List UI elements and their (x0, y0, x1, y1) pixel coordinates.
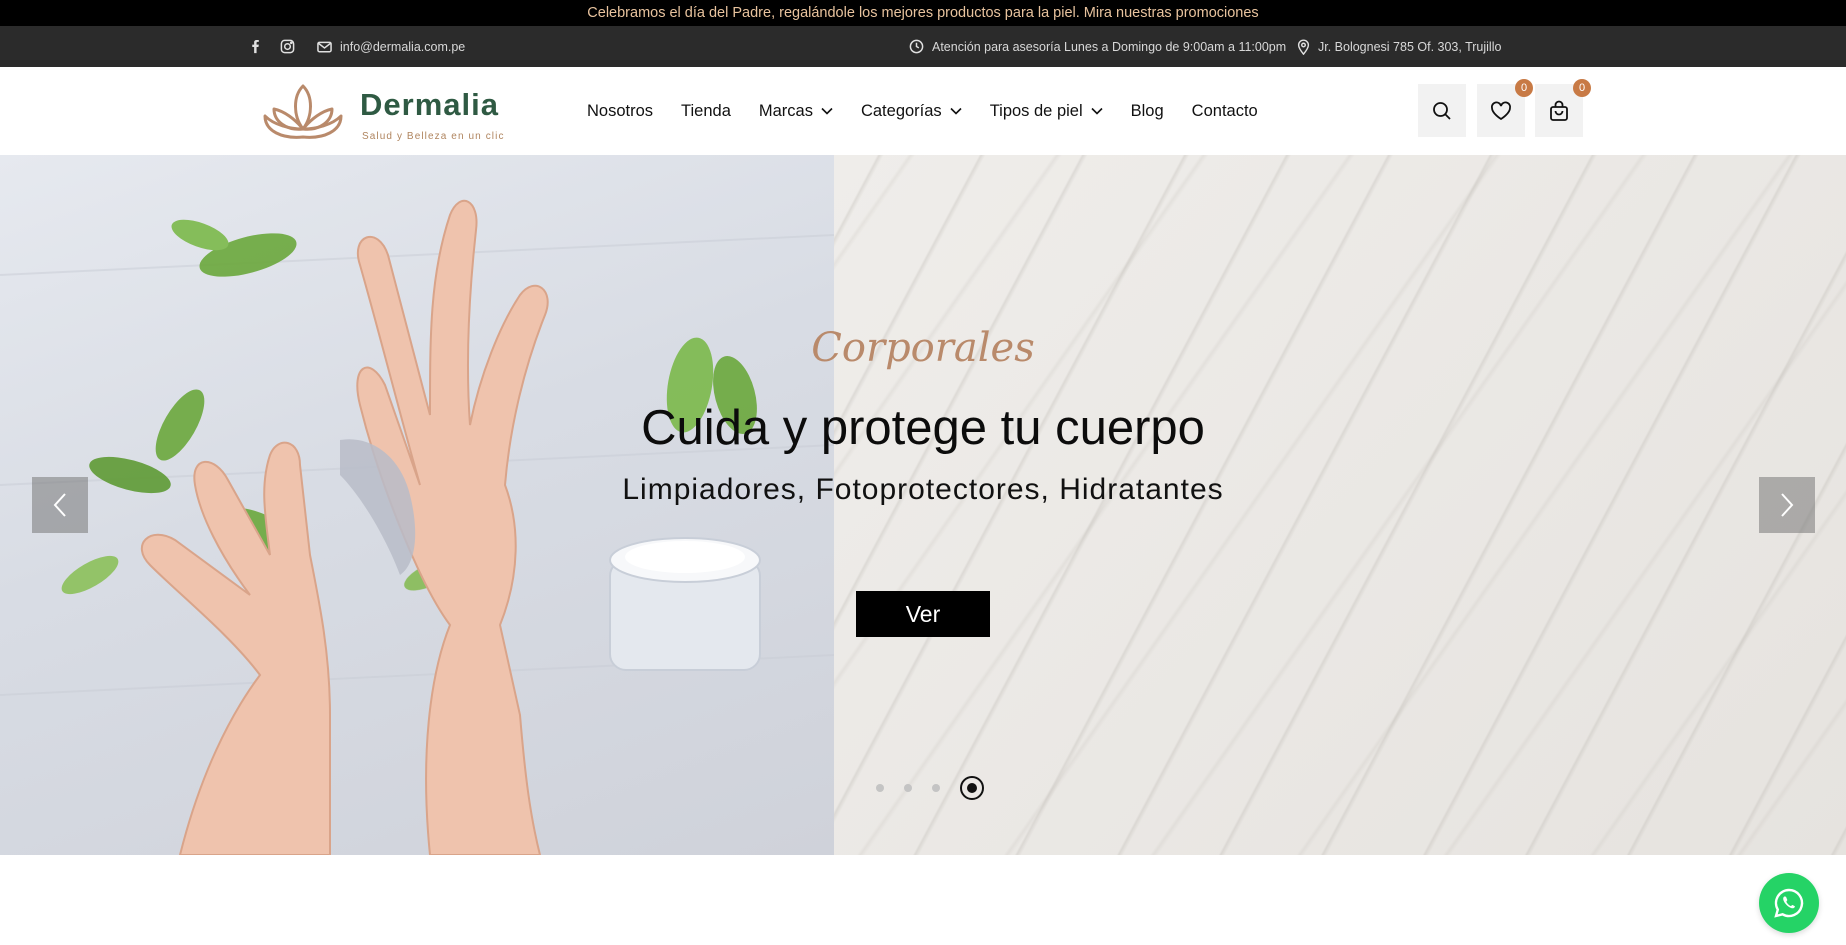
facebook-link[interactable] (251, 26, 261, 67)
nav-label[interactable]: Contacto (1192, 102, 1258, 121)
cart-button[interactable]: 0 (1535, 79, 1591, 137)
logo[interactable]: Dermalia Salud y Belleza en un clic (262, 81, 512, 143)
shopping-bag-icon[interactable] (1549, 100, 1569, 122)
nav-item-tipos-de-piel[interactable]: Tipos de piel (990, 102, 1103, 121)
chevron-left-icon[interactable] (53, 493, 67, 517)
heart-icon[interactable] (1490, 101, 1512, 121)
nav-item-marcas[interactable]: Marcas (759, 102, 833, 121)
slider-dot-2[interactable] (904, 784, 912, 792)
nav-item-categorias[interactable]: Categorías (861, 102, 962, 121)
search-icon[interactable] (1432, 101, 1452, 121)
email-text[interactable]: info@dermalia.com.pe (340, 40, 465, 54)
promo-text[interactable]: Celebramos el día del Padre, regalándole… (587, 5, 1258, 21)
address-info: Jr. Bolognesi 785 Of. 303, Trujillo (1297, 26, 1501, 67)
lotus-logo-icon[interactable] (262, 81, 344, 141)
hours-info: Atención para asesoría Lunes a Domingo d… (909, 26, 1286, 67)
chevron-down-icon[interactable] (821, 107, 833, 115)
address-text: Jr. Bolognesi 785 Of. 303, Trujillo (1318, 39, 1502, 54)
slider-dot-1[interactable] (876, 784, 884, 792)
wishlist-count-badge: 0 (1515, 79, 1533, 97)
hero-title: Cuida y protege tu cuerpo (641, 401, 1205, 455)
wishlist-button[interactable]: 0 (1477, 79, 1533, 137)
search-button[interactable] (1418, 84, 1466, 137)
cart-count-badge: 0 (1573, 79, 1591, 97)
hours-text: Atención para asesoría Lunes a Domingo d… (932, 39, 1287, 54)
info-bar: info@dermalia.com.pe Atención para aseso… (0, 26, 1846, 67)
nav-label[interactable]: Blog (1131, 102, 1164, 121)
brand-name[interactable]: Dermalia (360, 87, 499, 123)
hero-slider: Corporales Cuida y protege tu cuerpo Lim… (0, 155, 1846, 855)
brand-tagline: Salud y Belleza en un clic (362, 131, 505, 142)
main-nav: Nosotros Tienda Marcas Categorías Tipos … (587, 67, 1286, 155)
mail-icon (317, 41, 332, 52)
clock-icon (909, 39, 924, 54)
nav-label[interactable]: Tipos de piel (990, 102, 1083, 121)
main-header: Dermalia Salud y Belleza en un clic Noso… (0, 67, 1846, 155)
nav-label[interactable]: Marcas (759, 102, 813, 121)
slider-next-button[interactable] (1759, 477, 1815, 533)
nav-item-contacto[interactable]: Contacto (1192, 102, 1258, 121)
nav-label[interactable]: Tienda (681, 102, 731, 121)
instagram-icon[interactable] (280, 39, 295, 54)
whatsapp-icon[interactable] (1773, 887, 1805, 919)
slider-prev-button[interactable] (32, 477, 88, 533)
whatsapp-button[interactable] (1759, 873, 1819, 933)
nav-item-tienda[interactable]: Tienda (681, 102, 731, 121)
nav-label[interactable]: Nosotros (587, 102, 653, 121)
chevron-down-icon[interactable] (1091, 107, 1103, 115)
chevron-right-icon[interactable] (1780, 493, 1794, 517)
nav-label[interactable]: Categorías (861, 102, 942, 121)
nav-item-blog[interactable]: Blog (1131, 102, 1164, 121)
slider-dot-3[interactable] (932, 784, 940, 792)
slider-dots (876, 776, 984, 800)
promo-bar[interactable]: Celebramos el día del Padre, regalándole… (0, 0, 1846, 26)
slider-dot-4-active[interactable] (960, 776, 984, 800)
nav-item-nosotros[interactable]: Nosotros (587, 102, 653, 121)
instagram-link[interactable] (280, 26, 295, 67)
location-pin-icon (1297, 39, 1310, 55)
chevron-down-icon[interactable] (950, 107, 962, 115)
hero-description: Limpiadores, Fotoprotectores, Hidratante… (622, 473, 1224, 506)
hero-subtitle: Corporales (811, 325, 1035, 371)
hero-cta-button[interactable]: Ver (856, 591, 990, 637)
email-link[interactable]: info@dermalia.com.pe (317, 26, 465, 67)
facebook-icon[interactable] (251, 39, 261, 54)
